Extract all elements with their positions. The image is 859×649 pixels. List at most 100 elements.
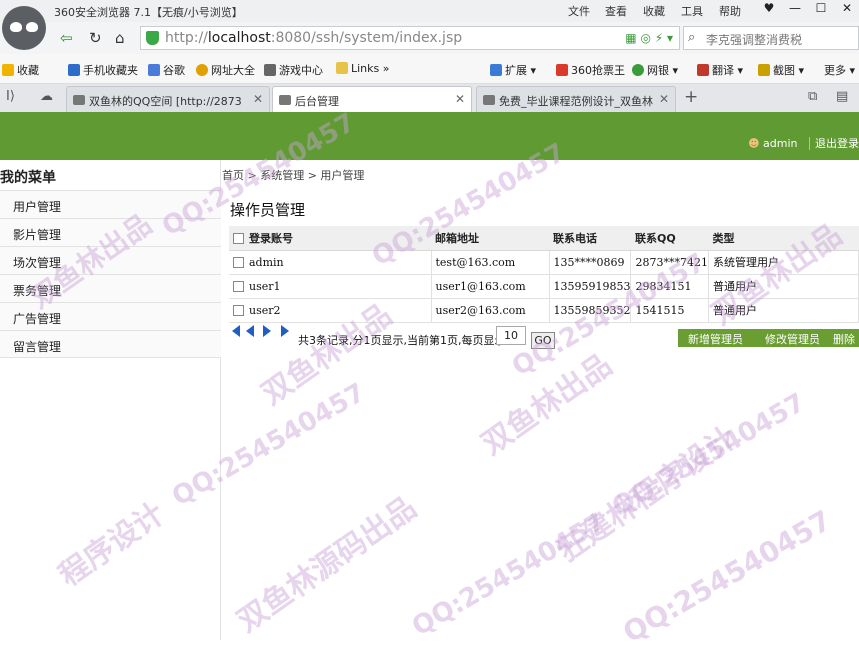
bookmark-games[interactable]: 游戏中心 xyxy=(264,62,323,78)
edit-admin-button[interactable]: 修改管理员 xyxy=(765,331,820,347)
money-icon xyxy=(632,64,644,76)
account-value: admin xyxy=(249,255,284,269)
delete-button[interactable]: 删除 xyxy=(833,331,855,347)
column-header-account: 登录账号 xyxy=(229,226,431,251)
address-bar-tools-icon[interactable]: ▦ ◎ ⚡ ▾ xyxy=(625,31,673,45)
tab-course-design[interactable]: 免费_毕业课程范例设计_双鱼林 ✕ xyxy=(476,86,676,112)
tab-qq-space[interactable]: 双鱼林的QQ空间 [http://2873 ✕ xyxy=(66,86,270,112)
refresh-icon[interactable]: ↻ xyxy=(89,29,102,47)
bookmark-label: 360抢票王 xyxy=(571,64,625,77)
row-checkbox[interactable] xyxy=(233,256,244,268)
ticket-grabber-button[interactable]: 360抢票王 xyxy=(556,62,625,78)
menu-favorites[interactable]: 收藏 xyxy=(643,3,665,19)
tab-list-icon[interactable]: ▤ xyxy=(836,89,848,104)
cloud-icon[interactable]: ☁ xyxy=(40,89,53,104)
new-tab-icon[interactable]: + xyxy=(684,87,698,107)
close-icon[interactable]: ✕ xyxy=(834,0,859,18)
folder-icon xyxy=(336,62,348,74)
ticket-icon xyxy=(556,64,568,76)
account-cell: admin xyxy=(229,250,432,275)
row-checkbox[interactable] xyxy=(233,304,244,316)
bookmark-google[interactable]: 谷歌 xyxy=(148,62,185,78)
sidebar-item-movies[interactable]: 影片管理 xyxy=(0,218,221,246)
add-admin-button[interactable]: 新增管理员 xyxy=(688,331,743,347)
sidebar-toggle-icon[interactable]: I⟩ xyxy=(6,89,15,104)
menu-view[interactable]: 查看 xyxy=(605,3,627,19)
phone-cell: 13559859352 xyxy=(549,298,632,323)
extensions-button[interactable]: 扩展 ▾ xyxy=(490,62,536,78)
breadcrumb: 首页 > 系统管理 > 用户管理 xyxy=(222,169,365,182)
previous-page-icon[interactable] xyxy=(245,325,254,337)
bookmark-links[interactable]: Links » xyxy=(336,62,390,75)
search-box[interactable]: ⌕ 李克强调整消费税 xyxy=(683,26,859,50)
bookmark-favorites[interactable]: 收藏 xyxy=(2,62,39,78)
type-cell: 系统管理用户 xyxy=(708,250,859,275)
address-bar[interactable]: http://localhost:8080/ssh/system/index.j… xyxy=(140,26,680,50)
next-page-icon[interactable] xyxy=(263,325,271,337)
account-value: user2 xyxy=(249,303,281,317)
menu-tools[interactable]: 工具 xyxy=(681,3,703,19)
bookmark-site-nav[interactable]: 网址大全 xyxy=(196,62,255,78)
globe-icon xyxy=(196,64,208,76)
maximize-icon[interactable]: ☐ xyxy=(808,0,834,18)
type-cell: 普通用户 xyxy=(708,298,859,323)
bookmark-label: 谷歌 xyxy=(163,64,185,77)
sidebar-item-messages[interactable]: 留言管理 xyxy=(0,330,221,358)
type-cell: 普通用户 xyxy=(708,274,859,299)
bookmark-mobile[interactable]: 手机收藏夹 xyxy=(68,62,138,78)
sidebar-item-sessions[interactable]: 场次管理 xyxy=(0,246,221,274)
sidebar-item-tickets[interactable]: 票务管理 xyxy=(0,274,221,302)
email-cell: user1@163.com xyxy=(431,274,550,299)
bookmark-label: 网银 xyxy=(647,64,669,77)
restore-tab-icon[interactable]: ⧉ xyxy=(808,89,817,104)
url-path: :8080/ssh/system/index.jsp xyxy=(270,30,463,46)
watermark-text: QQ:254540457 xyxy=(617,503,837,649)
close-tab-icon[interactable]: ✕ xyxy=(659,92,669,106)
close-tab-icon[interactable]: ✕ xyxy=(455,92,465,106)
shirt-icon[interactable]: ♥ xyxy=(756,0,782,18)
google-icon xyxy=(148,64,160,76)
more-button[interactable]: 更多 ▾ xyxy=(824,62,855,78)
last-page-icon[interactable] xyxy=(280,325,289,337)
home-icon[interactable]: ⌂ xyxy=(115,29,125,47)
sidebar-item-ads[interactable]: 广告管理 xyxy=(0,302,221,330)
go-button[interactable]: GO xyxy=(531,332,555,349)
close-tab-icon[interactable]: ✕ xyxy=(253,92,263,106)
sidebar-menu: 我的菜单 用户管理 影片管理 场次管理 票务管理 广告管理 留言管理 xyxy=(0,160,221,640)
logout-link[interactable]: 退出登录 xyxy=(809,137,859,150)
browser-titlebar: 360安全浏览器 7.1【无痕/小号浏览】 文件 查看 收藏 工具 帮助 ♥ —… xyxy=(0,0,859,22)
app-header xyxy=(0,112,859,160)
gamepad-icon xyxy=(264,64,276,76)
bookmark-label: 截图 xyxy=(773,64,795,77)
phone-cell: 13595919853 xyxy=(549,274,632,299)
sidebar-item-users[interactable]: 用户管理 xyxy=(0,190,221,218)
page-size-input[interactable]: 10 xyxy=(496,326,526,345)
menu-file[interactable]: 文件 xyxy=(568,3,590,19)
bookmarks-bar: 收藏 手机收藏夹 谷歌 网址大全 游戏中心 Links » 扩展 ▾ 360抢票… xyxy=(0,54,859,84)
url-text[interactable]: http://localhost:8080/ssh/system/index.j… xyxy=(165,30,462,46)
row-checkbox[interactable] xyxy=(233,280,244,292)
first-page-icon[interactable] xyxy=(232,325,240,337)
browser-logo-icon xyxy=(2,6,46,50)
scissors-icon xyxy=(758,64,770,76)
table-row: admin test@163.com 135****0869 2873***74… xyxy=(229,250,859,275)
bookmark-label: 网址大全 xyxy=(211,64,255,77)
qq-cell: 29834151 xyxy=(630,274,709,299)
online-banking-button[interactable]: 网银 ▾ xyxy=(632,62,678,78)
minimize-icon[interactable]: — xyxy=(782,0,808,18)
screenshot-button[interactable]: 截图 ▾ xyxy=(758,62,804,78)
select-all-checkbox[interactable] xyxy=(233,232,244,244)
search-placeholder: 李克强调整消费税 xyxy=(706,33,803,47)
back-arrow-icon[interactable]: ⇦ xyxy=(60,29,73,47)
menu-help[interactable]: 帮助 xyxy=(719,3,741,19)
email-cell: user2@163.com xyxy=(431,298,550,323)
tab-admin[interactable]: 后台管理 ✕ xyxy=(272,86,472,112)
user-area: ☻ admin 退出登录 xyxy=(748,135,859,155)
tab-favicon-icon xyxy=(73,95,85,105)
bookmark-label: 手机收藏夹 xyxy=(83,64,138,77)
column-header-email: 邮箱地址 xyxy=(431,226,549,251)
tab-label: 双鱼林的QQ空间 [http://2873 xyxy=(89,95,242,108)
tab-label: 后台管理 xyxy=(295,95,339,108)
pagination: 共3条记录,分1页显示,当前第1页,每页显示 xyxy=(232,324,505,347)
translate-button[interactable]: 翻译 ▾ xyxy=(697,62,743,78)
